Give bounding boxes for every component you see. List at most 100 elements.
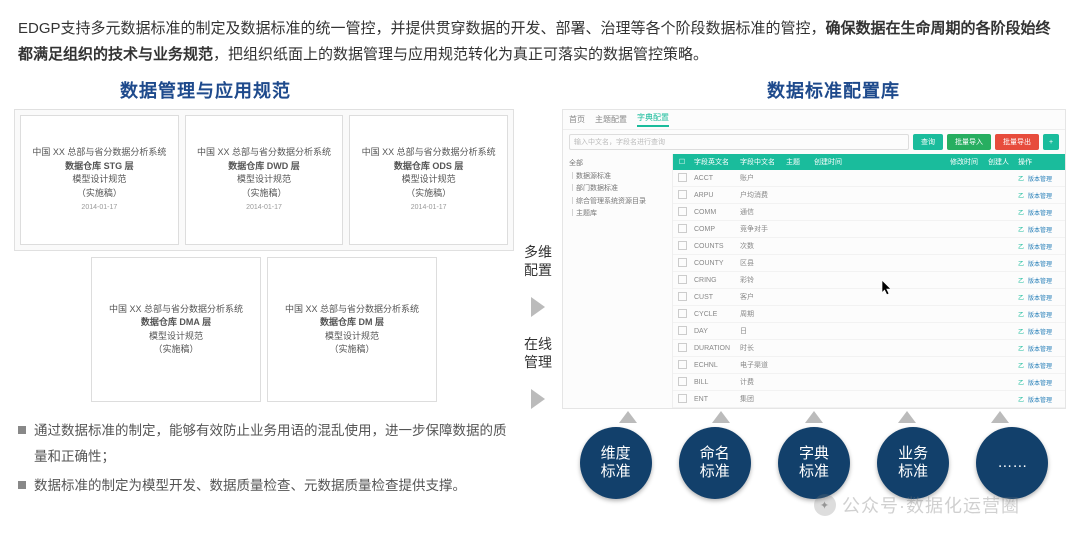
row-cn: 区县 bbox=[737, 258, 783, 268]
row-ops[interactable]: 乙 版本管理 bbox=[1015, 259, 1065, 268]
col-theme: 主题 bbox=[783, 157, 811, 167]
col-op: 操作 bbox=[1015, 157, 1065, 167]
table-row[interactable]: COMM通信乙 版本管理 bbox=[673, 204, 1065, 221]
mid-label-b: 在线 管理 bbox=[524, 335, 552, 371]
section-titles: 数据管理与应用规范 数据标准配置库 bbox=[0, 77, 1080, 103]
app-screenshot: 首页 主题配置 字典配置 输入中文名，字段名进行查询 查询 批量导入 批量导出 … bbox=[562, 109, 1066, 409]
col-en: 字段英文名 bbox=[691, 157, 737, 167]
table-row[interactable]: CUST客户乙 版本管理 bbox=[673, 289, 1065, 306]
table-row[interactable]: ACCT账户乙 版本管理 bbox=[673, 170, 1065, 187]
table-row[interactable]: ENT集团乙 版本管理 bbox=[673, 391, 1065, 408]
list-item: 数据标准的制定为模型开发、数据质量检查、元数据质量检查提供支撑。 bbox=[18, 473, 514, 499]
query-button[interactable]: 查询 bbox=[913, 134, 943, 150]
search-input[interactable]: 输入中文名，字段名进行查询 bbox=[569, 134, 909, 150]
table-row[interactable]: COMP竞争对手乙 版本管理 bbox=[673, 221, 1065, 238]
row-checkbox[interactable] bbox=[673, 224, 691, 235]
bullet-icon bbox=[18, 481, 26, 489]
tab-theme[interactable]: 主题配置 bbox=[595, 114, 627, 125]
row-en: COMM bbox=[691, 209, 737, 216]
standard-circle: …… bbox=[976, 427, 1048, 499]
export-button[interactable]: 批量导出 bbox=[995, 134, 1039, 150]
tab-dict[interactable]: 字典配置 bbox=[637, 112, 669, 127]
row-checkbox[interactable] bbox=[673, 343, 691, 354]
list-item: 通过数据标准的制定，能够有效防止业务用语的混乱使用，进一步保障数据的质量和正确性… bbox=[18, 418, 514, 469]
row-en: COUNTS bbox=[691, 243, 737, 250]
row-ops[interactable]: 乙 版本管理 bbox=[1015, 174, 1065, 183]
standard-circle: 命名 标准 bbox=[679, 427, 751, 499]
data-grid: ☐ 字段英文名 字段中文名 主题 创建时间 修改时间 创建人 操作 ACCT账户… bbox=[673, 154, 1065, 408]
row-checkbox[interactable] bbox=[673, 377, 691, 388]
table-row[interactable]: COUNTS次数乙 版本管理 bbox=[673, 238, 1065, 255]
row-en: COMP bbox=[691, 226, 737, 233]
doc-card: 中国 XX 总部与省分数据分析系统数据仓库 STG 层模型设计规范（实施稿）20… bbox=[20, 115, 179, 245]
row-ops[interactable]: 乙 版本管理 bbox=[1015, 242, 1065, 251]
tree-panel: 全部 ｜数据源标准 ｜部门数据标准 ｜综合管理系统资源目录 ｜主题库 bbox=[563, 154, 673, 408]
standard-circle: 维度 标准 bbox=[580, 427, 652, 499]
row-en: CYCLE bbox=[691, 311, 737, 318]
arrow-up-icon bbox=[712, 411, 730, 423]
col-cn: 字段中文名 bbox=[737, 157, 783, 167]
table-row[interactable]: ARPU户均消费乙 版本管理 bbox=[673, 187, 1065, 204]
tab-home[interactable]: 首页 bbox=[569, 114, 585, 125]
section-title-left: 数据管理与应用规范 bbox=[120, 77, 291, 103]
row-ops[interactable]: 乙 版本管理 bbox=[1015, 225, 1065, 234]
tree-item[interactable]: ｜综合管理系统资源目录 bbox=[569, 196, 666, 209]
row-checkbox[interactable] bbox=[673, 173, 691, 184]
row-cn: 电子渠道 bbox=[737, 360, 783, 370]
arrow-up-icon bbox=[991, 411, 1009, 423]
doc-row-1: 中国 XX 总部与省分数据分析系统数据仓库 STG 层模型设计规范（实施稿）20… bbox=[14, 109, 514, 251]
row-en: CUST bbox=[691, 294, 737, 301]
row-checkbox[interactable] bbox=[673, 241, 691, 252]
row-ops[interactable]: 乙 版本管理 bbox=[1015, 344, 1065, 353]
row-ops[interactable]: 乙 版本管理 bbox=[1015, 310, 1065, 319]
table-row[interactable]: DAY日乙 版本管理 bbox=[673, 323, 1065, 340]
tree-item[interactable]: 全部 bbox=[569, 158, 666, 171]
arrow-right-icon bbox=[531, 389, 545, 409]
doc-card: 中国 XX 总部与省分数据分析系统数据仓库 ODS 层模型设计规范（实施稿）20… bbox=[349, 115, 508, 245]
row-checkbox[interactable] bbox=[673, 275, 691, 286]
add-button[interactable]: + bbox=[1043, 134, 1059, 150]
row-en: DURATION bbox=[691, 345, 737, 352]
table-row[interactable]: COUNTY区县乙 版本管理 bbox=[673, 255, 1065, 272]
doc-card: 中国 XX 总部与省分数据分析系统数据仓库 DM 层模型设计规范（实施稿） bbox=[267, 257, 437, 402]
row-ops[interactable]: 乙 版本管理 bbox=[1015, 191, 1065, 200]
tree-item[interactable]: ｜主题库 bbox=[569, 208, 666, 221]
table-row[interactable]: DURATION时长乙 版本管理 bbox=[673, 340, 1065, 357]
row-checkbox[interactable] bbox=[673, 309, 691, 320]
row-checkbox[interactable] bbox=[673, 394, 691, 405]
right-column: 首页 主题配置 字典配置 输入中文名，字段名进行查询 查询 批量导入 批量导出 … bbox=[562, 109, 1066, 503]
col-checkbox[interactable]: ☐ bbox=[673, 158, 691, 166]
tree-item[interactable]: ｜数据源标准 bbox=[569, 171, 666, 184]
row-cn: 计费 bbox=[737, 377, 783, 387]
watermark: ✦ 公众号·数据化运营圈 bbox=[814, 492, 1020, 518]
row-ops[interactable]: 乙 版本管理 bbox=[1015, 208, 1065, 217]
row-ops[interactable]: 乙 版本管理 bbox=[1015, 327, 1065, 336]
row-ops[interactable]: 乙 版本管理 bbox=[1015, 361, 1065, 370]
standard-circle: 字典 标准 bbox=[778, 427, 850, 499]
row-checkbox[interactable] bbox=[673, 326, 691, 337]
row-checkbox[interactable] bbox=[673, 292, 691, 303]
row-ops[interactable]: 乙 版本管理 bbox=[1015, 276, 1065, 285]
row-en: ENT bbox=[691, 396, 737, 403]
row-ops[interactable]: 乙 版本管理 bbox=[1015, 293, 1065, 302]
doc-row-2: 中国 XX 总部与省分数据分析系统数据仓库 DMA 层模型设计规范（实施稿） 中… bbox=[14, 257, 514, 402]
table-row[interactable]: CYCLE周期乙 版本管理 bbox=[673, 306, 1065, 323]
row-ops[interactable]: 乙 版本管理 bbox=[1015, 378, 1065, 387]
row-cn: 账户 bbox=[737, 173, 783, 183]
tree-item[interactable]: ｜部门数据标准 bbox=[569, 183, 666, 196]
row-ops[interactable]: 乙 版本管理 bbox=[1015, 395, 1065, 404]
row-checkbox[interactable] bbox=[673, 258, 691, 269]
row-cn: 户均消费 bbox=[737, 190, 783, 200]
import-button[interactable]: 批量导入 bbox=[947, 134, 991, 150]
row-checkbox[interactable] bbox=[673, 190, 691, 201]
table-row[interactable]: ECHNL电子渠道乙 版本管理 bbox=[673, 357, 1065, 374]
col-mtime: 修改时间 bbox=[947, 157, 985, 167]
row-checkbox[interactable] bbox=[673, 207, 691, 218]
standard-circle: 业务 标准 bbox=[877, 427, 949, 499]
table-row[interactable]: CRING彩铃乙 版本管理 bbox=[673, 272, 1065, 289]
table-row[interactable]: BILL计费乙 版本管理 bbox=[673, 374, 1065, 391]
row-checkbox[interactable] bbox=[673, 360, 691, 371]
intro-paragraph: EDGP支持多元数据标准的制定及数据标准的统一管控，并提供贯穿数据的开发、部署、… bbox=[0, 0, 1080, 75]
watermark-text: 公众号·数据化运营圈 bbox=[842, 492, 1020, 518]
intro-post: ，把组织纸面上的数据管理与应用规范转化为真正可落实的数据管控策略。 bbox=[213, 46, 708, 63]
